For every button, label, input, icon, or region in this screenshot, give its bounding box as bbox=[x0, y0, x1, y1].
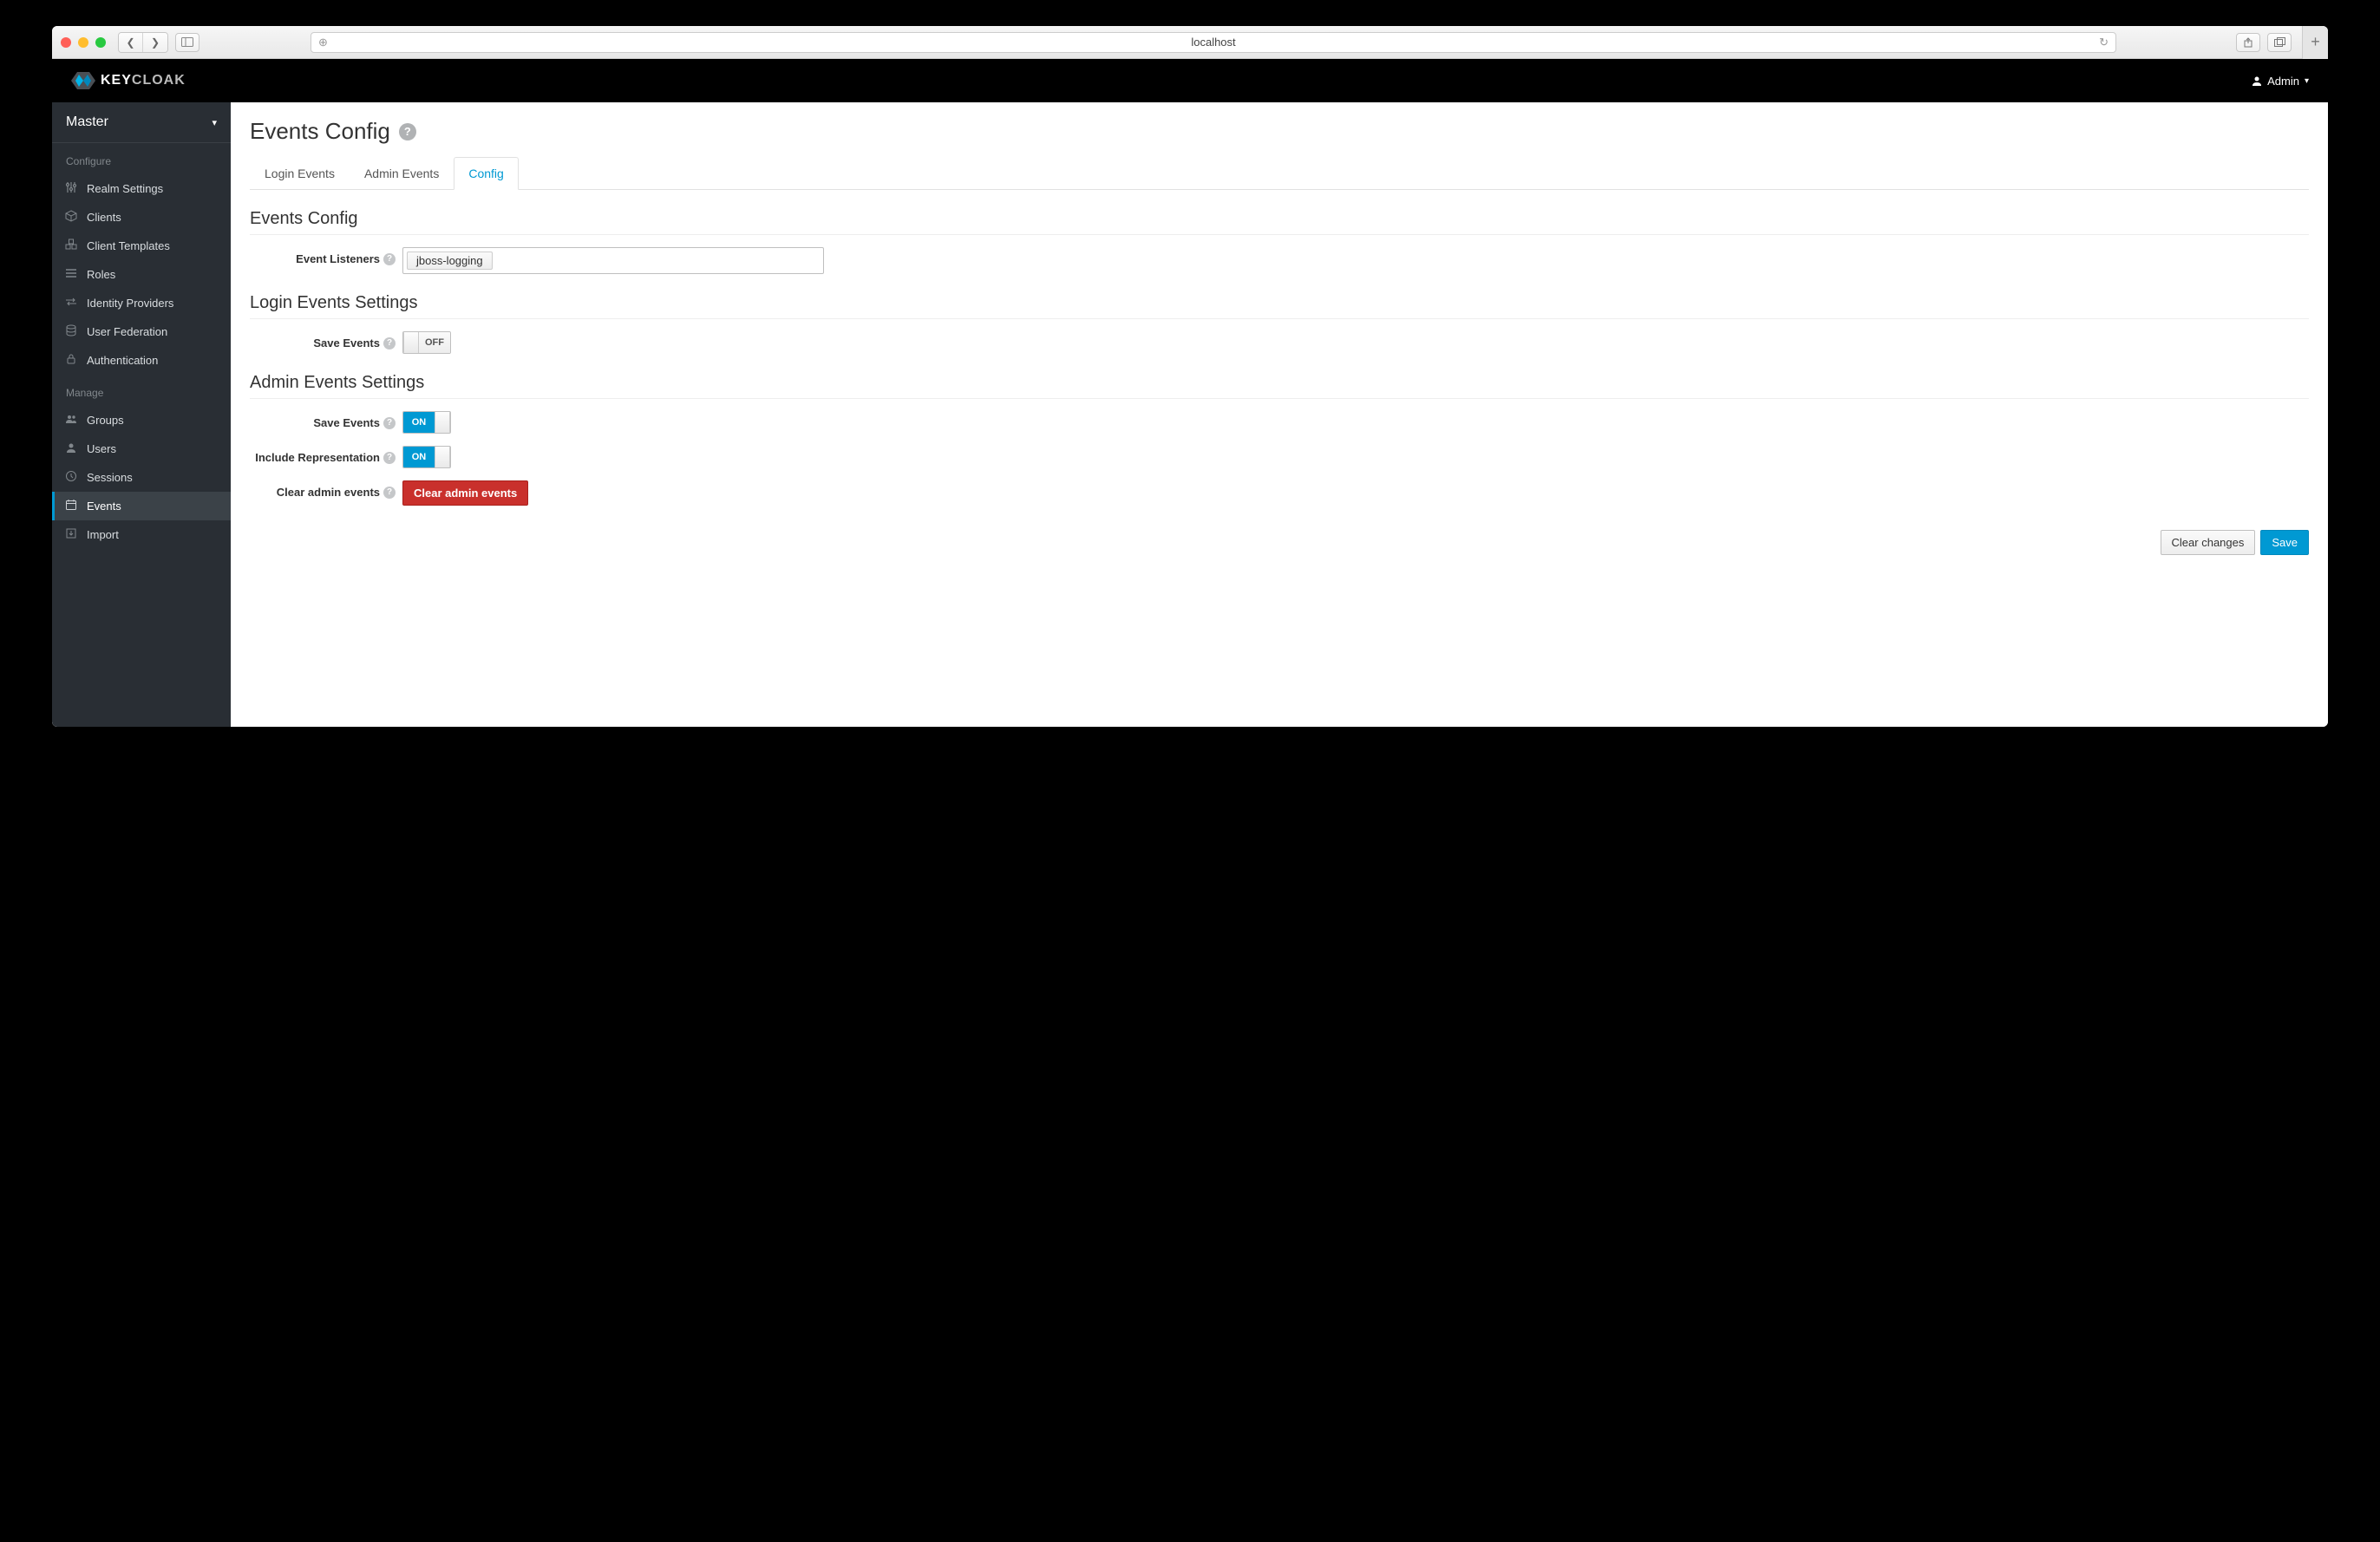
list-icon bbox=[64, 267, 78, 282]
sidebar-item-label: User Federation bbox=[87, 325, 167, 338]
tab-admin-events[interactable]: Admin Events bbox=[350, 157, 454, 190]
sidebar-item-label: Client Templates bbox=[87, 239, 170, 252]
new-tab-button[interactable]: + bbox=[2302, 26, 2328, 59]
share-button[interactable] bbox=[2236, 33, 2260, 52]
sidebar-item-label: Realm Settings bbox=[87, 182, 163, 195]
app-header: KEYCLOAK Admin ▾ bbox=[52, 59, 2328, 102]
sidebar-item-groups[interactable]: Groups bbox=[52, 406, 231, 435]
sidebar-item-client-templates[interactable]: Client Templates bbox=[52, 232, 231, 260]
main-content: Events Config ? Login Events Admin Event… bbox=[231, 102, 2328, 727]
help-icon[interactable]: ? bbox=[399, 123, 416, 140]
tab-config[interactable]: Config bbox=[454, 157, 518, 190]
cube-icon bbox=[64, 210, 78, 225]
help-icon[interactable]: ? bbox=[383, 337, 396, 350]
database-icon bbox=[64, 324, 78, 339]
save-button[interactable]: Save bbox=[2260, 530, 2309, 555]
include-representation-label: Include Representation ? bbox=[250, 446, 402, 464]
sidebar-item-realm-settings[interactable]: Realm Settings bbox=[52, 174, 231, 203]
chevron-down-icon: ▾ bbox=[212, 117, 217, 128]
tab-login-events[interactable]: Login Events bbox=[250, 157, 350, 190]
sidebar-item-sessions[interactable]: Sessions bbox=[52, 463, 231, 492]
admin-save-events-label: Save Events ? bbox=[250, 411, 402, 429]
sidebar-item-label: Import bbox=[87, 528, 119, 541]
user-menu[interactable]: Admin ▾ bbox=[2252, 75, 2309, 88]
help-icon[interactable]: ? bbox=[383, 253, 396, 265]
user-icon bbox=[2252, 75, 2262, 86]
logo-text: KEYCLOAK bbox=[101, 73, 186, 88]
toggle-value: ON bbox=[403, 412, 435, 433]
tabs-button[interactable] bbox=[2267, 33, 2292, 52]
sidebar-item-clients[interactable]: Clients bbox=[52, 203, 231, 232]
sidebar-item-label: Users bbox=[87, 442, 116, 455]
help-icon[interactable]: ? bbox=[383, 452, 396, 464]
realm-selector[interactable]: Master ▾ bbox=[52, 102, 231, 143]
clear-admin-events-label: Clear admin events ? bbox=[250, 480, 402, 499]
sidebar-item-identity-providers[interactable]: Identity Providers bbox=[52, 289, 231, 317]
back-button[interactable]: ❮ bbox=[119, 33, 143, 52]
sidebar-item-label: Identity Providers bbox=[87, 297, 173, 310]
browser-toolbar: ❮ ❯ ⊕ localhost ↻ + bbox=[52, 26, 2328, 59]
include-representation-toggle[interactable]: ON OFF bbox=[402, 446, 451, 468]
logo[interactable]: KEYCLOAK bbox=[71, 69, 186, 93]
url-host: localhost bbox=[1191, 36, 1235, 49]
sidebar-item-label: Groups bbox=[87, 414, 124, 427]
logo-icon bbox=[71, 69, 95, 93]
help-icon[interactable]: ? bbox=[383, 487, 396, 499]
sidebar-item-label: Roles bbox=[87, 268, 115, 281]
sidebar-item-authentication[interactable]: Authentication bbox=[52, 346, 231, 375]
login-save-events-toggle[interactable]: ON OFF bbox=[402, 331, 451, 354]
sidebar-section-manage: Manage bbox=[52, 375, 231, 406]
section-admin-events-settings: Admin Events Settings bbox=[250, 373, 2309, 399]
sidebar-toggle-button[interactable] bbox=[175, 33, 199, 52]
import-icon bbox=[64, 527, 78, 542]
page-title: Events Config ? bbox=[250, 118, 2309, 145]
realm-name: Master bbox=[66, 114, 108, 130]
calendar-icon bbox=[64, 499, 78, 513]
clear-admin-events-button[interactable]: Clear admin events bbox=[402, 480, 528, 506]
close-window-button[interactable] bbox=[61, 37, 71, 48]
maximize-window-button[interactable] bbox=[95, 37, 106, 48]
admin-save-events-toggle[interactable]: ON OFF bbox=[402, 411, 451, 434]
tabs: Login Events Admin Events Config bbox=[250, 157, 2309, 190]
sliders-icon bbox=[64, 181, 78, 196]
exchange-icon bbox=[64, 296, 78, 310]
sidebar-item-label: Authentication bbox=[87, 354, 158, 367]
sidebar-item-user-federation[interactable]: User Federation bbox=[52, 317, 231, 346]
clear-changes-button[interactable]: Clear changes bbox=[2161, 530, 2256, 555]
sidebar: Master ▾ Configure Realm Settings Client… bbox=[52, 102, 231, 727]
sidebar-section-configure: Configure bbox=[52, 143, 231, 174]
event-listeners-input[interactable]: jboss-logging bbox=[402, 247, 824, 274]
sidebar-item-label: Sessions bbox=[87, 471, 133, 484]
address-bar[interactable]: ⊕ localhost ↻ bbox=[311, 32, 2116, 53]
login-save-events-label: Save Events ? bbox=[250, 331, 402, 350]
users-icon bbox=[64, 413, 78, 428]
sidebar-item-events[interactable]: Events bbox=[52, 492, 231, 520]
section-login-events-settings: Login Events Settings bbox=[250, 293, 2309, 319]
user-icon bbox=[64, 441, 78, 456]
lock-icon bbox=[64, 353, 78, 368]
minimize-window-button[interactable] bbox=[78, 37, 88, 48]
add-icon: ⊕ bbox=[318, 36, 328, 49]
sidebar-item-users[interactable]: Users bbox=[52, 435, 231, 463]
help-icon[interactable]: ? bbox=[383, 417, 396, 429]
sidebar-item-label: Clients bbox=[87, 211, 121, 224]
cubes-icon bbox=[64, 238, 78, 253]
event-listener-chip[interactable]: jboss-logging bbox=[407, 252, 493, 270]
sidebar-item-roles[interactable]: Roles bbox=[52, 260, 231, 289]
chevron-down-icon: ▾ bbox=[2305, 76, 2309, 86]
sidebar-item-import[interactable]: Import bbox=[52, 520, 231, 549]
clock-icon bbox=[64, 470, 78, 485]
forward-button[interactable]: ❯ bbox=[143, 33, 167, 52]
toggle-value: ON bbox=[403, 447, 435, 467]
event-listeners-label: Event Listeners ? bbox=[250, 247, 402, 265]
window-controls bbox=[61, 37, 106, 48]
sidebar-item-label: Events bbox=[87, 500, 121, 513]
toggle-value: OFF bbox=[419, 332, 450, 353]
section-events-config: Events Config bbox=[250, 209, 2309, 235]
user-label: Admin bbox=[2267, 75, 2299, 88]
reload-icon[interactable]: ↻ bbox=[2099, 36, 2109, 49]
